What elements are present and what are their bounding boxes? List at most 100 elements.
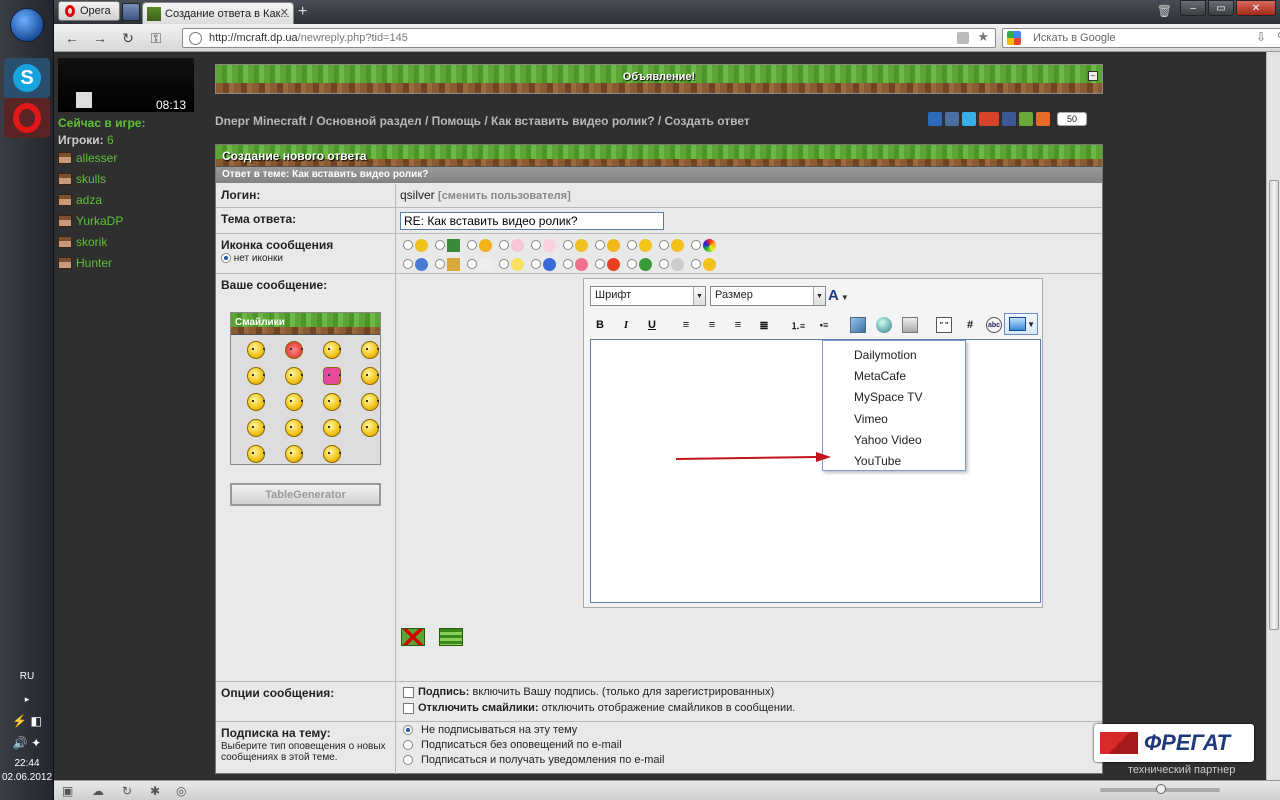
clock-time[interactable]: 22:44 — [0, 758, 54, 769]
windows-start-icon[interactable] — [10, 8, 44, 42]
ordered-list-icon[interactable]: ⒈≡ — [790, 317, 806, 333]
subscribe-radio[interactable] — [403, 725, 413, 735]
icon-option[interactable] — [563, 238, 593, 252]
google-icon[interactable] — [1007, 31, 1021, 45]
icon-radio[interactable] — [595, 259, 605, 269]
insert-video-button[interactable]: ▼ — [1004, 313, 1038, 335]
zoom-slider-knob[interactable] — [1156, 784, 1166, 794]
player-name[interactable]: Hunter — [76, 256, 112, 270]
maximize-button[interactable]: ▭ — [1208, 0, 1234, 16]
zoom-slider[interactable] — [1100, 784, 1220, 794]
align-justify-icon[interactable]: ≣ — [756, 317, 772, 333]
collapse-icon[interactable]: – — [1088, 71, 1098, 81]
smiley-icon[interactable] — [323, 445, 341, 463]
no-icon-radio[interactable] — [221, 253, 231, 264]
vertical-scrollbar[interactable] — [1266, 52, 1280, 780]
sponsor-badge[interactable]: ФРЕГАТ технический партнер — [1094, 724, 1264, 780]
video-menu-item[interactable]: Yahoo Video — [823, 430, 965, 451]
heart-smiley-icon[interactable] — [323, 367, 341, 385]
bookmark-star-icon[interactable]: ★ — [977, 29, 989, 45]
tray-icons[interactable]: ⚡ ◧ — [0, 714, 54, 728]
icon-option[interactable] — [499, 238, 529, 252]
insert-email-icon[interactable] — [902, 317, 918, 333]
forward-icon[interactable]: → — [90, 29, 110, 47]
reload-icon[interactable]: ↻ — [118, 29, 138, 47]
bullet-list-icon[interactable]: •≡ — [816, 317, 832, 333]
back-icon[interactable]: ← — [62, 29, 82, 47]
settings-icon[interactable]: ✱ — [150, 784, 164, 798]
signature-option[interactable]: Подпись: включить Вашу подпись. (только … — [403, 686, 1099, 698]
search-input[interactable]: Искать в Google ⚲ — [1002, 28, 1280, 48]
remove-format-icon[interactable] — [401, 628, 425, 646]
close-tab-icon[interactable]: ✕ — [280, 6, 289, 19]
icon-option[interactable] — [467, 257, 497, 271]
icon-radio[interactable] — [563, 240, 573, 250]
icon-option[interactable] — [659, 257, 689, 271]
trash-icon[interactable]: 🗑 — [1157, 4, 1172, 18]
new-tab-button[interactable]: + — [298, 3, 307, 21]
smiley-icon[interactable] — [247, 445, 265, 463]
icon-option[interactable] — [691, 238, 721, 252]
insert-image-icon[interactable] — [850, 317, 866, 333]
smiley-icon[interactable] — [361, 341, 379, 359]
icon-radio[interactable] — [467, 240, 477, 250]
tablegenerator-button[interactable]: TableGenerator — [230, 483, 381, 506]
player-item[interactable]: YurkaDP — [58, 210, 198, 231]
bold-button[interactable]: B — [592, 317, 608, 333]
player-item[interactable]: skorik — [58, 231, 198, 252]
font-color-button[interactable]: A ▼ — [828, 287, 849, 304]
subscribe-option[interactable]: Подписаться без оповещений по e-mail — [403, 739, 1099, 751]
icon-option[interactable] — [627, 257, 657, 271]
close-window-button[interactable]: ✕ — [1236, 0, 1276, 16]
icon-radio[interactable] — [691, 240, 701, 250]
icon-radio[interactable] — [499, 259, 509, 269]
refresh-icon[interactable]: ↻ — [122, 784, 136, 798]
smiley-icon[interactable] — [285, 445, 303, 463]
icon-radio[interactable] — [531, 259, 541, 269]
icon-option[interactable] — [467, 238, 497, 252]
icon-option[interactable] — [691, 257, 721, 271]
subscribe-option[interactable]: Подписаться и получать уведомления по e-… — [403, 754, 1099, 766]
smiley-icon[interactable] — [247, 393, 265, 411]
player-name[interactable]: allesser — [76, 151, 117, 165]
disable-smilies-option[interactable]: Отключить смайлики: отключить отображени… — [403, 702, 1099, 714]
panel-icon[interactable]: ▣ — [62, 784, 76, 798]
php-code-icon[interactable]: abc — [986, 317, 1002, 333]
rss-icon[interactable] — [957, 32, 969, 44]
icon-option[interactable] — [531, 257, 561, 271]
size-select[interactable]: Размер ▼ — [710, 286, 826, 306]
smiley-icon[interactable] — [323, 393, 341, 411]
icon-option[interactable] — [435, 257, 465, 271]
share-more-icon[interactable] — [1036, 112, 1050, 126]
tab-active[interactable]: Создание ответа в Как... ✕ — [142, 2, 294, 24]
cloud-icon[interactable]: ☁ — [92, 784, 106, 798]
player-name[interactable]: skulls — [76, 172, 106, 186]
icon-radio[interactable] — [403, 240, 413, 250]
opera-taskbar-button[interactable] — [4, 98, 50, 138]
smiley-icon[interactable] — [361, 419, 379, 437]
toggle-editor-icon[interactable] — [439, 628, 463, 646]
align-left-icon[interactable]: ≡ — [678, 317, 694, 333]
minimize-button[interactable]: – — [1180, 0, 1206, 16]
icon-radio[interactable] — [403, 259, 413, 269]
subscribe-radio[interactable] — [403, 740, 413, 750]
icon-option[interactable] — [659, 238, 689, 252]
turbo-icon[interactable]: ◎ — [176, 784, 190, 798]
signature-checkbox[interactable] — [403, 686, 414, 698]
icon-option[interactable] — [627, 238, 657, 252]
italic-button[interactable]: I — [618, 317, 634, 333]
icon-radio[interactable] — [467, 259, 477, 269]
icon-radio[interactable] — [627, 259, 637, 269]
smiley-icon[interactable] — [247, 341, 265, 359]
player-item[interactable]: Hunter — [58, 252, 198, 273]
share-facebook-icon[interactable] — [1002, 112, 1016, 126]
icon-option[interactable] — [595, 238, 625, 252]
video-menu-item[interactable]: MySpace TV — [823, 387, 965, 408]
icon-radio[interactable] — [435, 259, 445, 269]
smiley-icon[interactable] — [285, 341, 303, 359]
skype-taskbar-button[interactable]: S — [4, 58, 50, 98]
icon-radio[interactable] — [659, 240, 669, 250]
icon-radio[interactable] — [531, 240, 541, 250]
panel-toggle-button[interactable] — [122, 3, 140, 21]
code-button[interactable]: # — [962, 317, 978, 333]
